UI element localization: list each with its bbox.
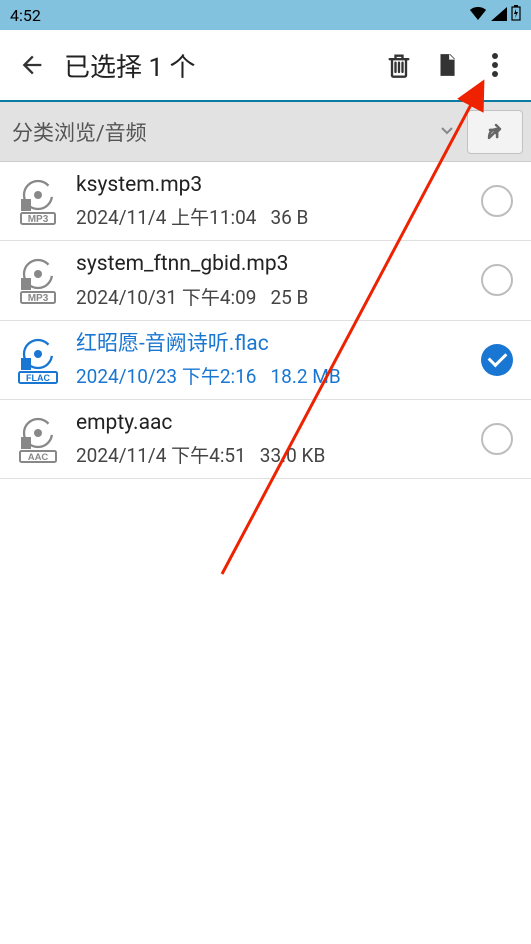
status-bar: 4:52 <box>0 0 531 30</box>
audio-file-icon: AAC <box>10 415 66 463</box>
breadcrumb-text: 分类浏览/音频 <box>12 117 147 147</box>
file-meta: 2024/11/4 下午4:5133.0 KB <box>76 441 481 468</box>
file-name: ksystem.mp3 <box>76 172 481 199</box>
breadcrumb-row: 分类浏览/音频 <box>0 102 531 162</box>
selection-checkbox[interactable] <box>481 185 513 217</box>
delete-button[interactable] <box>375 41 423 89</box>
file-meta: 2024/11/4 上午11:0436 B <box>76 203 481 230</box>
selection-checkbox[interactable] <box>481 264 513 296</box>
toolbar-title: 已选择 1 个 <box>64 47 375 84</box>
breadcrumb-dropdown[interactable]: 分类浏览/音频 <box>12 117 439 147</box>
svg-text:MP3: MP3 <box>28 214 49 225</box>
file-row[interactable]: MP3 ksystem.mp3 2024/11/4 上午11:0436 B <box>0 162 531 241</box>
file-row[interactable]: MP3 system_ftnn_gbid.mp3 2024/10/31 下午4:… <box>0 241 531 320</box>
back-button[interactable] <box>12 51 52 79</box>
wifi-icon <box>469 6 487 25</box>
audio-file-icon: MP3 <box>10 177 66 225</box>
status-time: 4:52 <box>10 6 41 25</box>
audio-file-icon: FLAC <box>10 336 66 384</box>
signal-icon <box>491 6 507 25</box>
battery-icon <box>511 5 521 25</box>
file-name: 红昭愿-音阙诗听.flac <box>76 331 481 358</box>
up-directory-button[interactable] <box>467 110 523 154</box>
selection-checkbox[interactable] <box>481 423 513 455</box>
chevron-down-icon <box>439 122 455 142</box>
svg-text:FLAC: FLAC <box>26 373 50 383</box>
file-meta: 2024/10/23 下午2:1618.2 MB <box>76 362 481 389</box>
file-row[interactable]: AAC empty.aac 2024/11/4 下午4:5133.0 KB <box>0 400 531 479</box>
more-options-button[interactable] <box>471 41 519 89</box>
selection-toolbar: 已选择 1 个 <box>0 30 531 102</box>
selection-checkbox[interactable] <box>481 344 513 376</box>
copy-button[interactable] <box>423 41 471 89</box>
file-row[interactable]: FLAC 红昭愿-音阙诗听.flac 2024/10/23 下午2:1618.2… <box>0 321 531 400</box>
svg-text:MP3: MP3 <box>28 293 49 304</box>
file-name: empty.aac <box>76 410 481 437</box>
file-list: MP3 ksystem.mp3 2024/11/4 上午11:0436 B MP… <box>0 162 531 479</box>
svg-text:AAC: AAC <box>28 452 49 463</box>
audio-file-icon: MP3 <box>10 256 66 304</box>
file-name: system_ftnn_gbid.mp3 <box>76 251 481 278</box>
file-meta: 2024/10/31 下午4:0925 B <box>76 283 481 310</box>
